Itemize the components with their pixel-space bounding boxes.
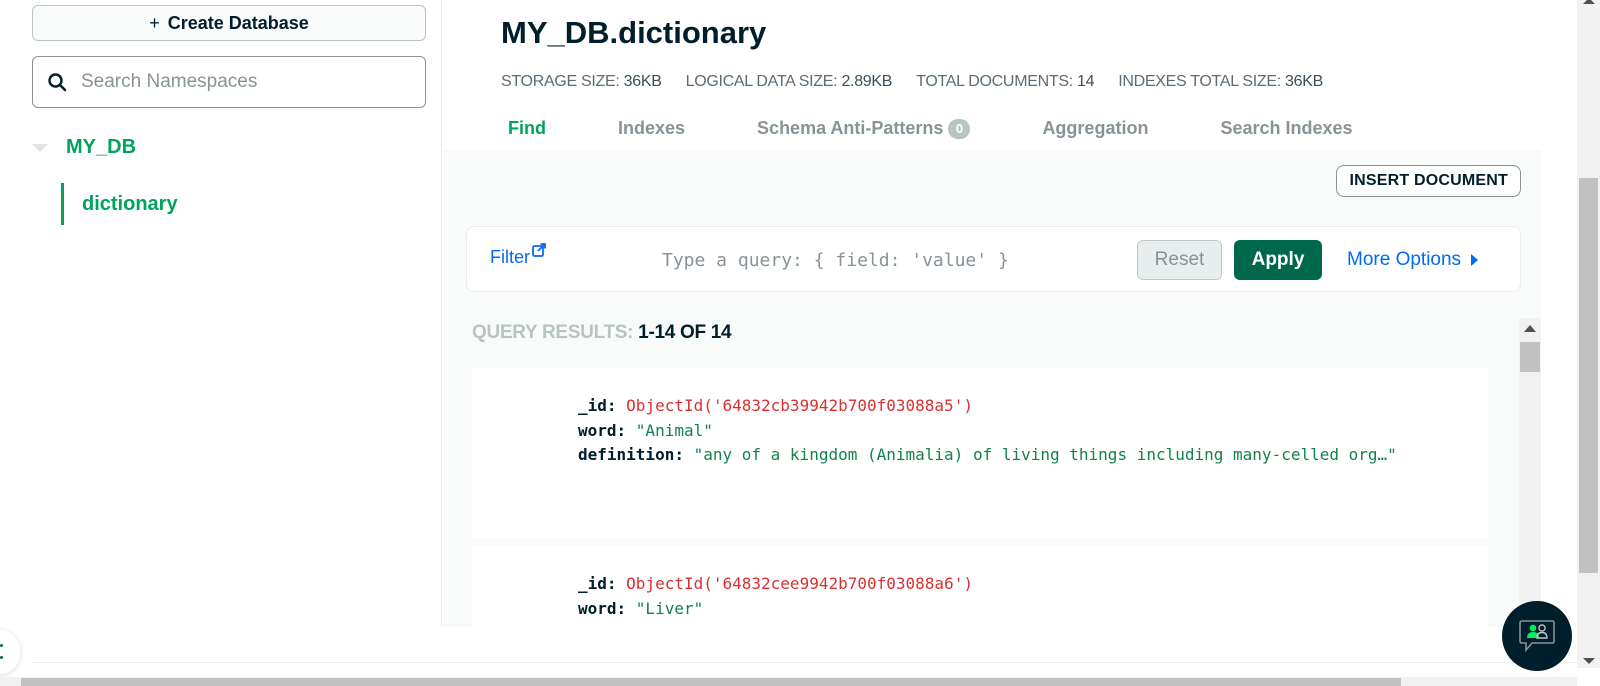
create-database-label: Create Database [167,12,309,33]
handle-dot-icon [0,656,3,659]
reset-button[interactable]: Reset [1137,240,1222,280]
more-options-button[interactable]: More Options [1347,249,1479,271]
tab-schema-anti-patterns-label: Schema Anti-Patterns [757,118,944,138]
database-name: MY_DB [66,136,137,158]
tab-schema-anti-patterns[interactable]: Schema Anti-Patterns 0 [757,118,971,139]
tab-indexes[interactable]: Indexes [618,118,685,139]
more-options-label: More Options [1347,249,1462,270]
stat-logical-data-size: LOGICAL DATA SIZE: 2.89KB [685,73,893,90]
search-icon [48,73,67,92]
collection-tabs: Find Indexes Schema Anti-Patterns 0 Aggr… [508,118,1425,139]
collection-stats: STORAGE SIZE: 36KB LOGICAL DATA SIZE: 2.… [501,73,1323,91]
stat-total-documents: TOTAL DOCUMENTS: 14 [916,73,1095,90]
stat-storage-size: STORAGE SIZE: 36KB [501,73,662,90]
document-card[interactable]: _id: ObjectId('64832cee9942b700f03088a6'… [472,546,1488,627]
apply-button[interactable]: Apply [1234,240,1322,280]
page-horizontal-scrollbar[interactable] [0,677,1577,686]
query-results-summary: QUERY RESULTS: 1-14 OF 14 [472,322,732,343]
sidebar: + Create Database MY_DB dictionary [0,0,442,627]
page-vertical-scrollbar[interactable] [1577,0,1600,668]
query-bar: Filter Reset Apply More Options [466,226,1521,292]
document-card[interactable]: _id: ObjectId('64832cb39942b700f03088a5'… [472,368,1488,538]
insert-document-button[interactable]: INSERT DOCUMENT [1336,165,1521,197]
tab-find[interactable]: Find [508,118,546,139]
tab-search-indexes[interactable]: Search Indexes [1220,118,1352,139]
search-namespaces-input[interactable] [81,71,401,93]
collection-name: dictionary [82,192,178,215]
query-input[interactable] [662,245,1112,275]
create-database-button[interactable]: + Create Database [32,5,426,41]
results-count: 1-14 OF 14 [638,322,732,343]
document-list: _id: ObjectId('64832cb39942b700f03088a5'… [472,368,1488,627]
filter-label: Filter [490,247,530,267]
caret-down-icon[interactable] [32,143,48,152]
page-title: MY_DB.dictionary [501,15,767,50]
horizontal-scrollbar-thumb[interactable] [21,678,1401,686]
results-scrollbar-thumb[interactable] [1520,342,1540,372]
page-scrollbar-thumb[interactable] [1579,178,1598,573]
stat-indexes-total-size: INDEXES TOTAL SIZE: 36KB [1118,73,1323,90]
count-badge: 0 [948,118,971,139]
chat-support-button[interactable] [1502,601,1572,671]
chat-users-icon [1519,620,1555,653]
caret-right-icon [1471,254,1479,266]
scroll-up-arrow-icon[interactable] [1524,325,1536,332]
field-id: _id: ObjectId('64832cee9942b700f03088a6'… [578,574,973,593]
handle-dot-icon [0,644,3,647]
field-id: _id: ObjectId('64832cb39942b700f03088a5'… [578,396,973,415]
search-namespaces-field[interactable] [32,56,426,108]
field-word: word: "Liver" [578,598,704,618]
sidebar-toggle-handle[interactable] [0,630,20,674]
field-word: word: "Animal" [578,420,713,440]
tab-aggregation[interactable]: Aggregation [1042,118,1148,139]
plus-icon: + [149,12,160,33]
compass-window: + Create Database MY_DB dictionary MY_DB… [0,0,1600,686]
filter-link[interactable]: Filter [490,243,546,268]
sidebar-item-collection[interactable]: dictionary [61,183,178,225]
results-scrollbar[interactable] [1519,318,1541,627]
external-link-icon [532,243,546,257]
find-panel: INSERT DOCUMENT Filter Reset Apply More … [443,150,1541,627]
sidebar-item-database[interactable]: MY_DB [32,136,136,159]
scroll-down-arrow-icon[interactable] [1583,658,1595,664]
field-definition: definition: "any of a kingdom (Animalia)… [578,445,1397,464]
divider [32,662,1577,663]
scroll-up-arrow-icon[interactable] [1583,0,1595,4]
